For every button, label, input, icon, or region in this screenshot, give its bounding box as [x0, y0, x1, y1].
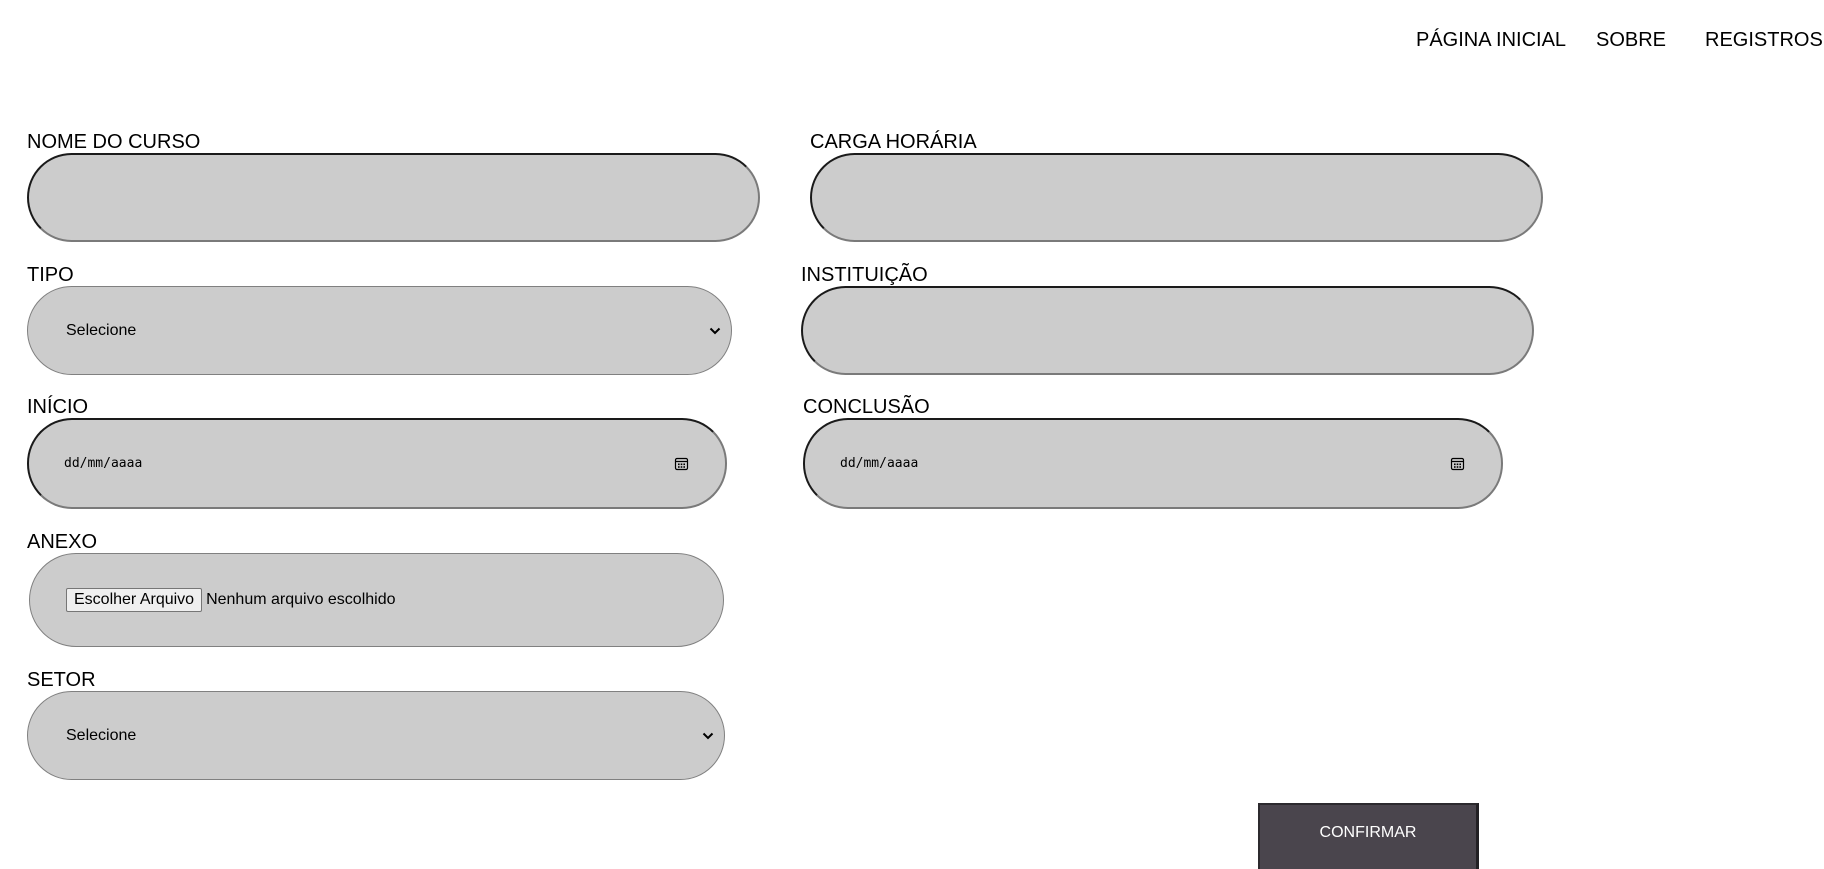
start-date-placeholder: dd/mm/aaaa	[64, 455, 143, 471]
course-name-label: NOME DO CURSO	[27, 131, 201, 153]
sector-select[interactable]: Selecione	[27, 691, 725, 780]
sector-label: SETOR	[27, 669, 96, 691]
attachment-input[interactable]: Escolher Arquivo Nenhum arquivo escolhid…	[29, 553, 724, 647]
end-date-label: CONCLUSÃO	[803, 396, 930, 418]
file-status-text: Nenhum arquivo escolhido	[206, 591, 396, 608]
start-date-input[interactable]: dd/mm/aaaa	[27, 418, 727, 509]
workload-label: CARGA HORÁRIA	[810, 131, 977, 153]
institution-input[interactable]	[801, 286, 1534, 375]
institution-label: INSTITUIÇÃO	[801, 264, 928, 286]
nav-link-about[interactable]: SOBRE	[1596, 29, 1666, 52]
page: PÁGINA INICIAL SOBRE REGISTROS NOME DO C…	[0, 0, 1824, 869]
sector-selected-value: Selecione	[66, 726, 137, 744]
type-selected-value: Selecione	[66, 321, 137, 339]
confirm-button[interactable]: CONFIRMAR	[1258, 803, 1479, 869]
choose-file-button[interactable]: Escolher Arquivo	[66, 588, 203, 612]
workload-input[interactable]	[810, 153, 1543, 242]
chevron-down-icon	[702, 732, 714, 739]
nav-link-records[interactable]: REGISTROS	[1705, 29, 1823, 52]
start-date-label: INÍCIO	[27, 396, 89, 418]
calendar-icon[interactable]	[674, 456, 689, 471]
attachment-label: ANEXO	[27, 531, 98, 553]
calendar-icon[interactable]	[1450, 456, 1465, 471]
end-date-placeholder: dd/mm/aaaa	[840, 455, 919, 471]
chevron-down-icon	[709, 327, 721, 334]
course-name-input[interactable]	[27, 153, 760, 242]
type-label: TIPO	[27, 264, 74, 286]
nav-link-home[interactable]: PÁGINA INICIAL	[1416, 29, 1566, 52]
type-select[interactable]: Selecione	[27, 286, 732, 375]
end-date-input[interactable]: dd/mm/aaaa	[803, 418, 1503, 509]
